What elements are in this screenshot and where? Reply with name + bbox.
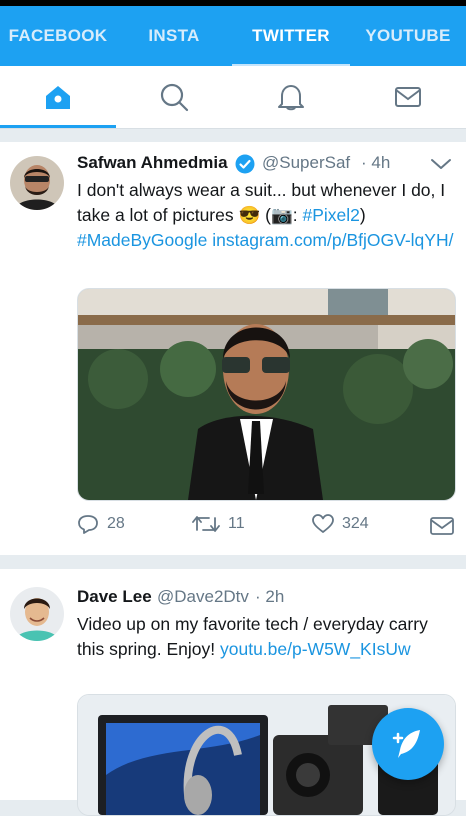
tweet-text: Video up on my favorite tech / everyday … [77,612,457,662]
like-count: 324 [342,515,369,532]
tweet-author-name[interactable]: Dave Lee [77,587,152,607]
tweet-timestamp: · 4h [361,153,391,172]
chevron-down-icon[interactable] [430,156,452,172]
compose-feather-icon [392,730,420,758]
tweet-text: I don't always wear a suit... but whenev… [77,178,457,253]
avatar[interactable] [10,587,64,641]
verified-badge-icon [235,154,255,174]
tweet-card[interactable]: Safwan Ahmedmia @SuperSaf · 4h I don't a… [0,142,466,555]
tab-twitter[interactable]: TWITTER [232,6,350,66]
avatar[interactable] [10,156,64,210]
url-link[interactable]: youtu.be/p-W5W_KIsUw [220,639,411,659]
top-tab-bar: FACEBOOK INSTA TWITTER YOUTUBE [0,6,466,68]
retweet-icon [192,516,220,532]
search-icon[interactable] [159,82,189,112]
url-link[interactable]: instagram.com/p/BfjOGV-lqYH/ [212,230,453,250]
tweet-timestamp: · 2h [255,587,285,606]
reply-count: 28 [107,515,125,532]
tab-youtube[interactable]: YOUTUBE [350,6,466,66]
tweet-text-main: I don't always wear a suit... but whenev… [77,180,446,225]
direct-message-icon[interactable] [430,517,454,535]
notifications-icon[interactable] [276,82,306,112]
tweet-media-image[interactable] [77,288,456,501]
home-icon[interactable] [43,82,73,112]
messages-icon[interactable] [393,82,423,112]
reply-button[interactable]: 28 [77,514,125,534]
like-button[interactable]: 324 [312,514,369,534]
retweet-count: 11 [228,515,245,532]
compose-tweet-button[interactable] [372,708,444,780]
heart-icon [312,514,334,533]
tweet-author-handle[interactable]: @SuperSaf [262,153,350,173]
tweet-text-close: ) [359,205,366,225]
tweet-author-handle[interactable]: @Dave2Dtv [157,587,249,607]
retweet-button[interactable]: 11 [192,514,245,534]
tweet-author-name[interactable]: Safwan Ahmedmia [77,153,228,173]
hashtag-link[interactable]: #MadeByGoogle [77,230,207,250]
reply-icon [78,515,98,534]
nav-icon-bar [0,66,466,129]
active-nav-indicator [0,125,116,128]
tab-facebook[interactable]: FACEBOOK [0,6,116,66]
hashtag-link[interactable]: #Pixel2 [302,205,359,225]
tab-insta[interactable]: INSTA [116,6,232,66]
